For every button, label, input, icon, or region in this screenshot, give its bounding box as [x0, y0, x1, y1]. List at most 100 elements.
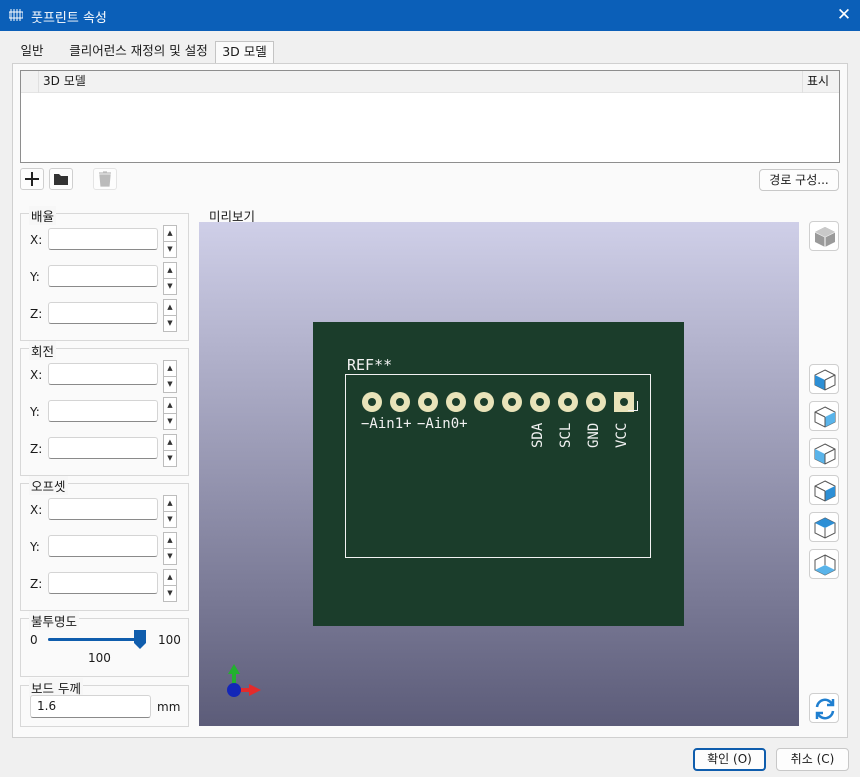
scale-z-down-arrow[interactable]: ▼: [163, 315, 177, 332]
view-back-button[interactable]: [809, 475, 839, 505]
cube-front-view-icon: [814, 443, 836, 465]
cube-back-view-icon: [814, 480, 836, 502]
opacity-slider-thumb[interactable]: [133, 629, 147, 650]
silk-label-scl: SCL: [558, 422, 574, 448]
silk-label-ain1: −Ain1+: [361, 416, 412, 432]
rotation-z-input[interactable]: [48, 437, 158, 459]
pin-pad: [530, 392, 550, 412]
offset-z-down-arrow[interactable]: ▼: [163, 585, 177, 602]
row-header-corner: [21, 71, 39, 93]
pin-pad: [446, 392, 466, 412]
offset-z-input[interactable]: [48, 572, 158, 594]
offset-x-label: X:: [30, 503, 43, 517]
offset-y-input[interactable]: [48, 535, 158, 557]
rotation-x-down-arrow[interactable]: ▼: [163, 376, 177, 393]
column-header-show[interactable]: 표시: [802, 71, 839, 93]
reload-preview-button[interactable]: [809, 693, 839, 723]
offset-x-up-arrow[interactable]: ▲: [163, 495, 177, 512]
offset-z-up-arrow[interactable]: ▲: [163, 569, 177, 586]
scale-z-input[interactable]: [48, 302, 158, 324]
rotation-y-down-arrow[interactable]: ▼: [163, 413, 177, 430]
opacity-slider-fill: [48, 638, 142, 641]
cube-top-view-icon: [814, 517, 836, 539]
rotation-y-label: Y:: [30, 405, 40, 419]
ok-button[interactable]: 확인 (O): [693, 748, 766, 771]
column-header-model[interactable]: 3D 모델: [43, 71, 86, 93]
silk-label-sda: SDA: [530, 422, 546, 448]
opacity-title: 불투명도: [29, 611, 80, 630]
pin1-marker: [628, 401, 638, 411]
cube-right-view-icon: [814, 406, 836, 428]
rotation-z-down-arrow[interactable]: ▼: [163, 450, 177, 467]
offset-x-input[interactable]: [48, 498, 158, 520]
board-thickness-input[interactable]: 1.6: [30, 695, 151, 718]
silk-label-gnd: GND: [586, 422, 602, 448]
rotation-title: 회전: [29, 341, 57, 360]
rotation-y-input[interactable]: [48, 400, 158, 422]
pin-pad: [418, 392, 438, 412]
opacity-value: 100: [88, 651, 111, 665]
cube-left-view-icon: [814, 369, 836, 391]
scale-y-input[interactable]: [48, 265, 158, 287]
offset-y-up-arrow[interactable]: ▲: [163, 532, 177, 549]
configure-paths-button[interactable]: 경로 구성...: [759, 169, 839, 191]
delete-model-button[interactable]: [93, 168, 117, 190]
ref-designator: REF**: [347, 356, 393, 374]
opacity-min-label: 0: [30, 633, 38, 647]
offset-title: 오프셋: [29, 476, 68, 495]
offset-x-down-arrow[interactable]: ▼: [163, 511, 177, 528]
tab-clearance[interactable]: 클리어런스 재정의 및 설정: [62, 41, 215, 63]
rotation-x-label: X:: [30, 368, 43, 382]
scale-y-label: Y:: [30, 270, 40, 284]
window-title: 풋프린트 속성: [31, 11, 107, 26]
pin-pad: [586, 392, 606, 412]
add-model-button[interactable]: [20, 168, 44, 190]
view-front-button[interactable]: [809, 438, 839, 468]
silk-label-ain0: −Ain0+: [417, 416, 468, 432]
close-icon[interactable]: ✕: [832, 5, 856, 25]
cancel-button[interactable]: 취소 (C): [776, 748, 849, 771]
view-left-button[interactable]: [809, 364, 839, 394]
tab-general[interactable]: 일반: [12, 41, 52, 63]
rotation-z-label: Z:: [30, 442, 43, 456]
axis-gizmo-icon: [227, 664, 261, 697]
scale-z-label: Z:: [30, 307, 43, 321]
scale-x-input[interactable]: [48, 228, 158, 250]
cube-icon: [814, 227, 836, 247]
opacity-slider-track[interactable]: [48, 638, 142, 641]
scale-y-up-arrow[interactable]: ▲: [163, 262, 177, 279]
offset-z-label: Z:: [30, 577, 43, 591]
opacity-max-label: 100: [158, 633, 181, 647]
view-bottom-button[interactable]: [809, 549, 839, 579]
refresh-icon: [815, 698, 835, 720]
title-bar: 풋프린트 속성 ✕: [0, 0, 860, 31]
pin-pad: [502, 392, 522, 412]
trash-icon: [99, 171, 111, 187]
rotation-x-input[interactable]: [48, 363, 158, 385]
pin-pad: [362, 392, 382, 412]
rotation-y-up-arrow[interactable]: ▲: [163, 397, 177, 414]
offset-y-down-arrow[interactable]: ▼: [163, 548, 177, 565]
3d-preview-canvas[interactable]: REF** −Ain1+ −Ain0+ SDA SCL GND VCC: [199, 222, 799, 726]
pin-pad: [474, 392, 494, 412]
offset-y-label: Y:: [30, 540, 40, 554]
scale-z-up-arrow[interactable]: ▲: [163, 299, 177, 316]
view-3d-button[interactable]: [809, 221, 839, 251]
view-top-button[interactable]: [809, 512, 839, 542]
board-thickness-unit: mm: [157, 700, 181, 714]
plus-icon: [25, 172, 39, 186]
scale-x-up-arrow[interactable]: ▲: [163, 225, 177, 242]
rotation-x-up-arrow[interactable]: ▲: [163, 360, 177, 377]
silk-label-vcc: VCC: [614, 422, 630, 448]
view-right-button[interactable]: [809, 401, 839, 431]
scale-y-down-arrow[interactable]: ▼: [163, 278, 177, 295]
tab-3d-models[interactable]: 3D 모델: [215, 41, 274, 63]
scale-x-down-arrow[interactable]: ▼: [163, 241, 177, 258]
browse-model-button[interactable]: [49, 168, 73, 190]
footprint-app-icon: [9, 9, 23, 21]
rotation-z-up-arrow[interactable]: ▲: [163, 434, 177, 451]
pin-pad: [558, 392, 578, 412]
scale-x-label: X:: [30, 233, 43, 247]
pin-pad: [390, 392, 410, 412]
folder-icon: [54, 174, 68, 185]
